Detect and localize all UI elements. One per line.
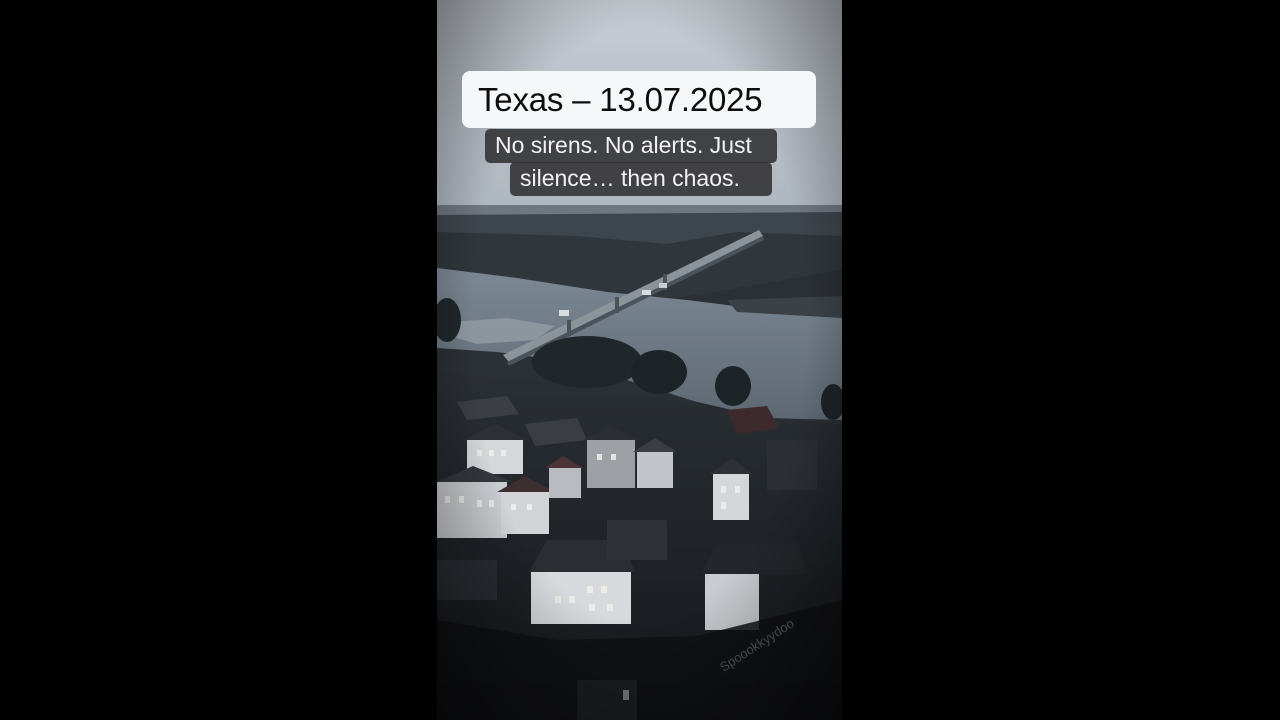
video-player[interactable]: Texas – 13.07.2025 No sirens. No alerts.… (0, 0, 1280, 720)
video-frame[interactable]: Texas – 13.07.2025 No sirens. No alerts.… (437, 0, 842, 720)
title-banner: Texas – 13.07.2025 (462, 71, 816, 128)
title-text: Texas – 13.07.2025 (478, 80, 763, 118)
caption-line-1: No sirens. No alerts. Just (485, 129, 777, 163)
caption-line-2: silence… then chaos. (510, 162, 772, 196)
